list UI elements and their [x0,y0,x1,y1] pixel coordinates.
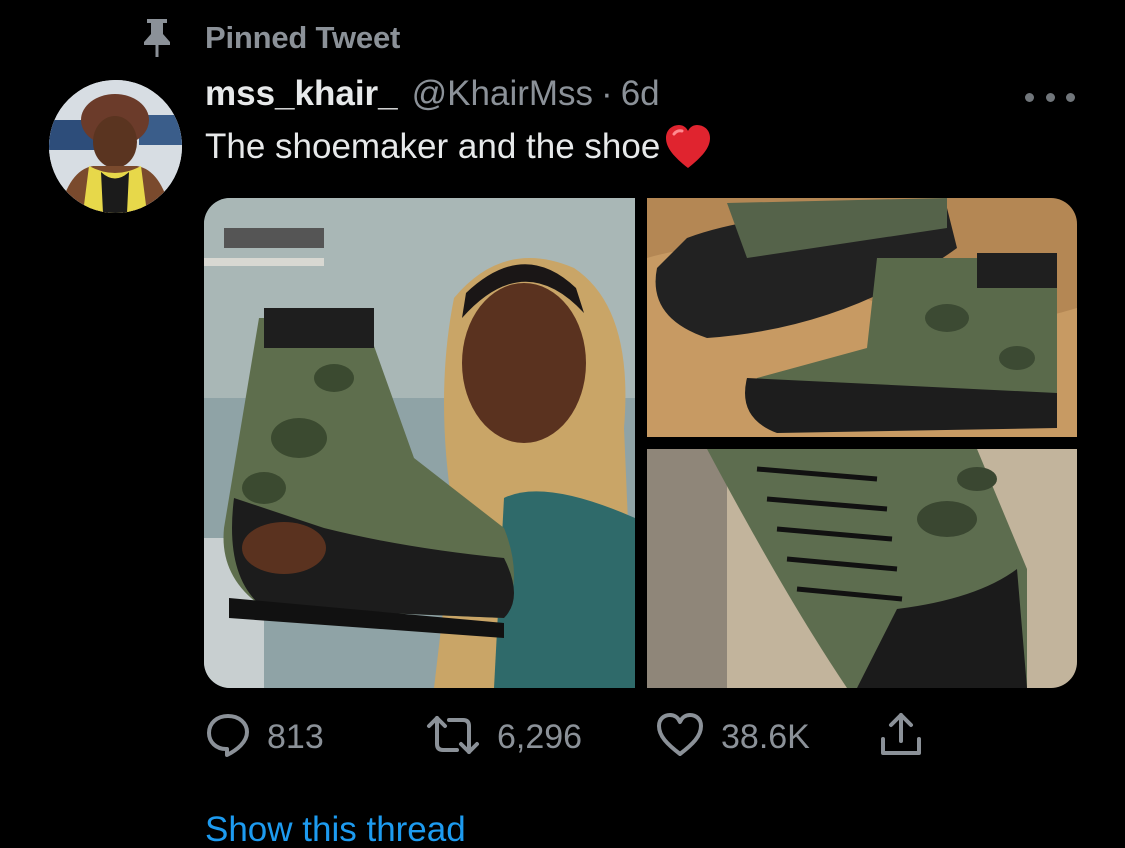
like-count: 38.6K [721,717,810,756]
like-button[interactable]: 38.6K [655,710,810,764]
pin-icon [135,16,179,60]
retweet-icon [425,712,481,763]
show-thread-link[interactable]: Show this thread [205,810,466,848]
tweet-text: The shoemaker and the shoe [205,124,712,170]
separator-dot: · [601,74,613,113]
heart-icon [655,712,705,763]
media-grid [204,198,1077,688]
share-icon [877,711,925,764]
tweet-actions: 813 6,296 38.6K [205,710,965,764]
pinned-tweet[interactable]: Pinned Tweet mss_khair_ @KhairMss · 6d T… [0,0,1125,848]
photo-boot-laces-closeup[interactable] [647,449,1077,688]
photo-woman-holding-boot[interactable] [204,198,635,688]
retweet-count: 6,296 [497,717,583,756]
photo-boots-on-velvet[interactable] [647,198,1077,437]
pinned-label: Pinned Tweet [205,20,401,55]
reply-icon [205,712,251,763]
avatar[interactable] [49,80,182,213]
reply-count: 813 [267,717,324,756]
red-heart-icon [664,124,712,170]
retweet-button[interactable]: 6,296 [425,710,582,764]
reply-button[interactable]: 813 [205,710,324,764]
timestamp[interactable]: 6d [621,74,660,114]
pinned-indicator: Pinned Tweet [135,14,400,62]
share-button[interactable] [877,710,925,764]
more-options-icon[interactable] [1025,84,1075,110]
tweet-body: The shoemaker and the shoe [205,127,661,166]
user-handle[interactable]: @KhairMss [412,74,593,114]
display-name[interactable]: mss_khair_ [205,74,398,114]
tweet-header: mss_khair_ @KhairMss · 6d [205,74,660,124]
